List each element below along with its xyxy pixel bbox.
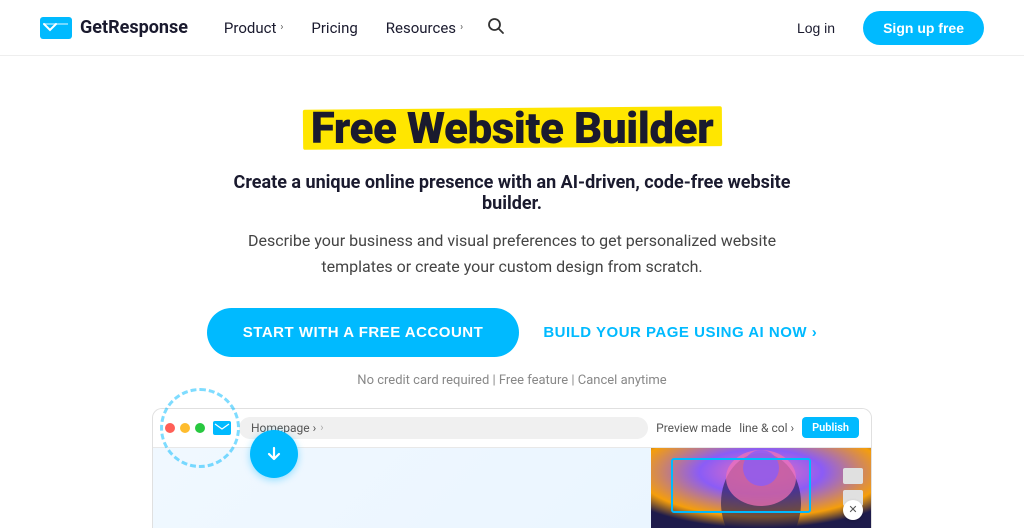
signup-button[interactable]: Sign up free <box>863 11 984 45</box>
browser-url-bar[interactable]: Homepage › › <box>239 417 648 439</box>
preview-close-button[interactable]: ✕ <box>843 500 863 520</box>
logo[interactable]: GetResponse <box>40 17 188 39</box>
hero-cta-row: START WITH A FREE ACCOUNT BUILD YOUR PAG… <box>207 308 817 357</box>
nav-item-pricing[interactable]: Pricing <box>299 11 369 45</box>
logo-text: GetResponse <box>80 17 188 38</box>
nav-item-product[interactable]: Product › <box>212 11 295 45</box>
selection-box <box>671 458 811 513</box>
scroll-down-button[interactable] <box>250 430 298 478</box>
publish-button[interactable]: Publish <box>802 417 859 438</box>
main-content: Free Website Builder Create a unique onl… <box>0 56 1024 528</box>
preview-made-text: Preview made <box>656 421 731 435</box>
nav-pricing-label: Pricing <box>311 19 357 37</box>
hero-subtitle: Describe your business and visual prefer… <box>232 228 792 279</box>
sidebar-icon-1 <box>843 468 863 484</box>
controls-text: line & col › <box>739 421 794 435</box>
nav-resources-chevron: › <box>460 22 463 33</box>
circle-decoration <box>160 388 240 468</box>
preview-section: Homepage › › Preview made line & col › P… <box>0 408 1024 528</box>
cta-secondary-button[interactable]: BUILD YOUR PAGE USING AI NOW › <box>543 324 817 341</box>
url-chevron: › <box>320 421 323 434</box>
nav-resources-label: Resources <box>386 19 456 37</box>
hero-section: Free Website Builder Create a unique onl… <box>0 56 1024 408</box>
cta-primary-button[interactable]: START WITH A FREE ACCOUNT <box>207 308 520 357</box>
nav-product-label: Product <box>224 19 276 37</box>
nav-product-chevron: › <box>280 22 283 33</box>
fine-print: No credit card required | Free feature |… <box>357 373 666 388</box>
nav-links: Product › Pricing Resources › <box>212 9 773 47</box>
hero-title-wrapper: Free Website Builder <box>311 104 714 152</box>
browser-controls: Preview made line & col › Publish <box>656 417 859 438</box>
nav-item-resources[interactable]: Resources › <box>374 11 475 45</box>
login-button[interactable]: Log in <box>781 12 851 44</box>
hero-subtitle-bold: Create a unique online presence with an … <box>212 172 812 214</box>
hero-title: Free Website Builder <box>311 104 714 152</box>
nav-right: Log in Sign up free <box>781 11 984 45</box>
arrow-down-icon <box>264 444 284 464</box>
search-icon <box>487 17 505 35</box>
search-button[interactable] <box>479 9 513 47</box>
navbar: GetResponse Product › Pricing Resources … <box>0 0 1024 56</box>
getresponse-logo-icon <box>40 17 72 39</box>
